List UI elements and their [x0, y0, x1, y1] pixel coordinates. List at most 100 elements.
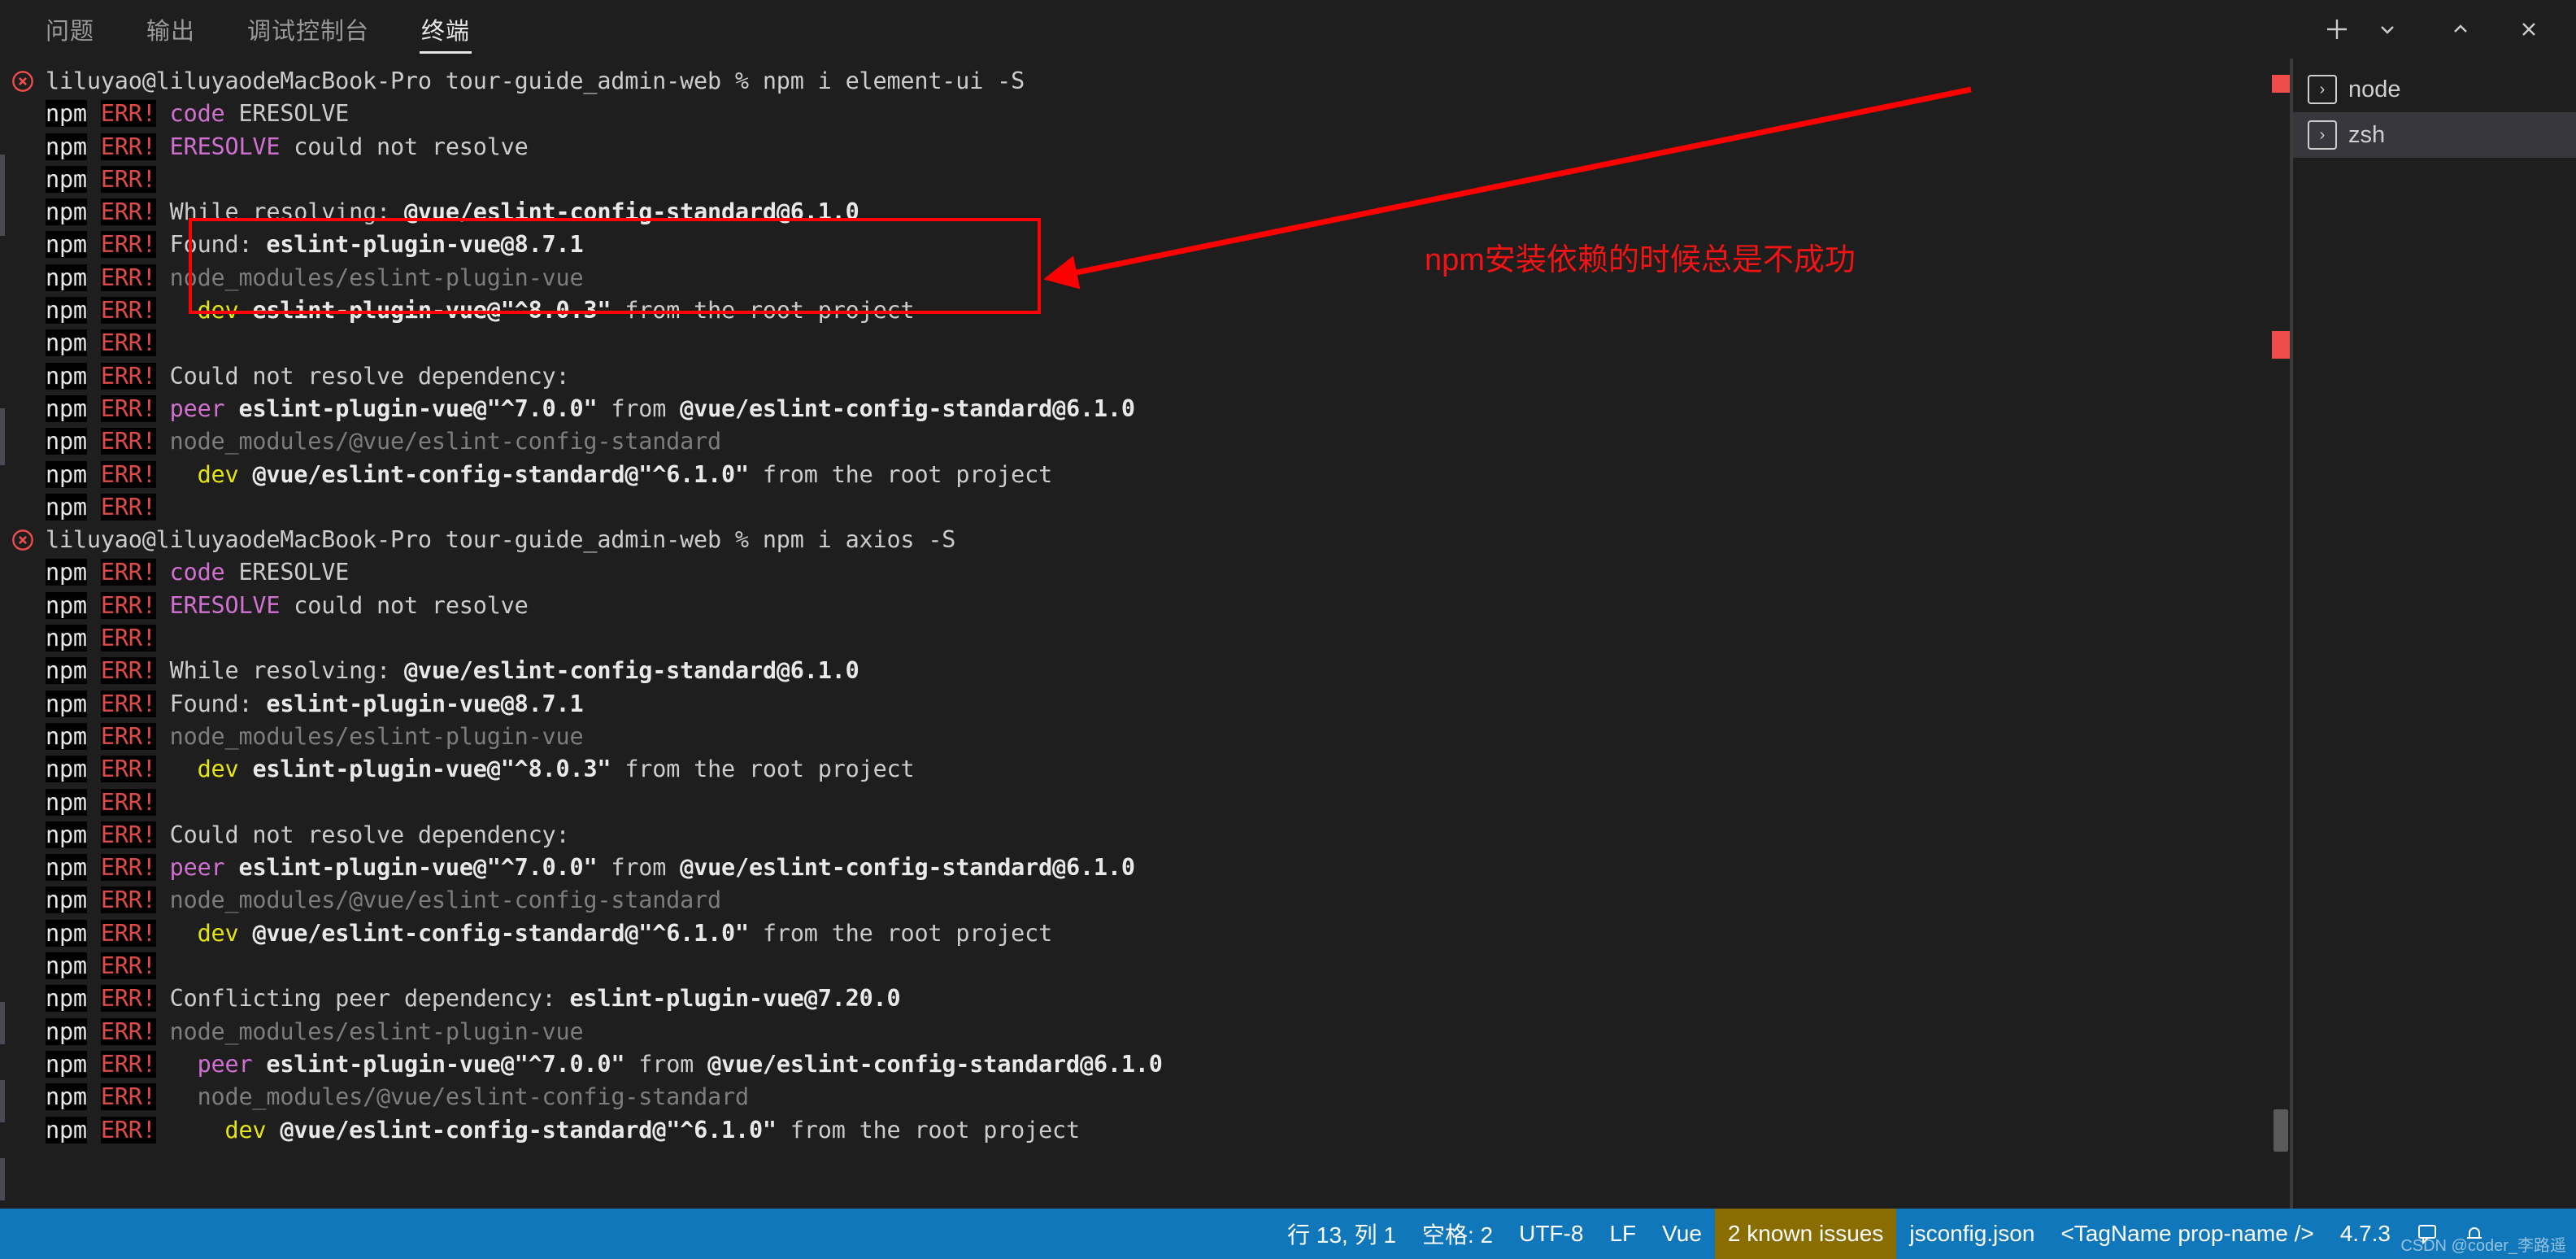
- terminal-error-line: npm ERR! ERESOLVE could not resolve: [46, 590, 2291, 622]
- terminal-error-line: npm ERR!: [46, 786, 2291, 819]
- terminal-scrollbar[interactable]: [2269, 59, 2291, 1209]
- terminal-list-item-label: node: [2348, 76, 2401, 102]
- terminal-error-line: npm ERR! Found: eslint-plugin-vue@8.7.1: [46, 229, 2291, 261]
- terminal-error-line: npm ERR! node_modules/@vue/eslint-config…: [46, 1081, 2291, 1113]
- npm-prefix: npm: [46, 133, 87, 160]
- terminal-viewport[interactable]: liluyao@liluyaodeMacBook-Pro tour-guide_…: [0, 59, 2291, 1209]
- terminal-list-item-label: zsh: [2348, 121, 2386, 148]
- npm-prefix: npm: [46, 657, 87, 685]
- terminal-text-segment: eslint-plugin-vue@8.7.1: [266, 690, 584, 717]
- terminal-text-segment: peer: [169, 394, 225, 422]
- status-indentation[interactable]: 空格: 2: [1409, 1209, 1506, 1259]
- terminal-error-line: npm ERR! code ERESOLVE: [46, 98, 2291, 130]
- status-jsconfig[interactable]: jsconfig.json: [1896, 1209, 2047, 1259]
- terminal-text-segment: dev: [197, 297, 239, 325]
- terminal-text-segment: Conflicting peer dependency:: [169, 985, 570, 1013]
- maximize-panel-icon[interactable]: [2438, 7, 2483, 52]
- terminal-text-segment: ERESOLVE: [169, 591, 281, 619]
- status-bar-left: [0, 1209, 1274, 1259]
- vscode-panel: 问题 输出 调试控制台 终端 liluyao@liluyaodeMacBook-…: [0, 0, 2576, 1259]
- err-prefix: ERR!: [100, 985, 156, 1013]
- err-prefix: ERR!: [100, 198, 156, 226]
- npm-prefix: npm: [46, 985, 87, 1013]
- err-prefix: ERR!: [100, 1050, 156, 1078]
- terminal-output[interactable]: liluyao@liluyaodeMacBook-Pro tour-guide_…: [0, 59, 2291, 1147]
- status-tag-hint[interactable]: <TagName prop-name />: [2047, 1209, 2326, 1259]
- terminal-text-segment: node_modules/@vue/eslint-config-standard: [169, 887, 722, 914]
- terminal-text-segment: @vue/eslint-config-standard@"^6.1.0": [252, 460, 749, 488]
- tab-2[interactable]: 调试控制台: [229, 0, 387, 59]
- terminal-error-line: npm ERR! While resolving: @vue/eslint-co…: [46, 196, 2291, 229]
- new-terminal-icon[interactable]: [2314, 7, 2360, 52]
- terminal-error-line: npm ERR!: [46, 163, 2291, 196]
- terminal-text-segment: eslint-plugin-vue@8.7.1: [266, 231, 584, 259]
- npm-prefix: npm: [46, 100, 87, 128]
- tab-3[interactable]: 终端: [403, 0, 488, 59]
- status-language-mode[interactable]: Vue: [1649, 1209, 1715, 1259]
- prompt-text: liluyao@liluyaodeMacBook-Pro tour-guide_…: [46, 526, 956, 554]
- npm-prefix: npm: [46, 394, 87, 422]
- terminal-text-segment: Found:: [169, 231, 267, 259]
- terminal-error-line: npm ERR! Could not resolve dependency:: [46, 360, 2291, 393]
- tab-1[interactable]: 输出: [128, 0, 213, 59]
- scrollbar-thumb[interactable]: [2274, 1109, 2288, 1152]
- terminal-text-segment: code: [169, 559, 239, 586]
- npm-prefix: npm: [46, 722, 87, 750]
- close-panel-icon[interactable]: [2506, 7, 2552, 52]
- terminal-prompt-line: liluyao@liluyaodeMacBook-Pro tour-guide_…: [12, 65, 2291, 98]
- terminal-error-line: npm ERR! Conflicting peer dependency: es…: [46, 982, 2291, 1015]
- status-encoding[interactable]: UTF-8: [1506, 1209, 1596, 1259]
- terminal-list-item-node[interactable]: › node: [2293, 67, 2576, 112]
- status-eol[interactable]: LF: [1596, 1209, 1649, 1259]
- npm-prefix: npm: [46, 854, 87, 882]
- feedback-icon[interactable]: [2404, 1222, 2451, 1246]
- status-cursor-position[interactable]: 行 13, 列 1: [1274, 1209, 1409, 1259]
- err-prefix: ERR!: [100, 919, 156, 947]
- npm-prefix: npm: [46, 756, 87, 783]
- terminal-text-segment: from the root project: [611, 297, 915, 325]
- err-prefix: ERR!: [100, 428, 156, 455]
- terminal-text-segment: @vue/eslint-config-standard@"^6.1.0": [252, 919, 749, 947]
- npm-prefix: npm: [46, 591, 87, 619]
- scrollbar-error-marker: [2272, 75, 2290, 93]
- terminal-error-line: npm ERR! dev eslint-plugin-vue@"^8.0.3" …: [46, 753, 2291, 786]
- err-prefix: ERR!: [100, 657, 156, 685]
- terminal-list-item-zsh[interactable]: › zsh: [2293, 112, 2576, 158]
- npm-prefix: npm: [46, 460, 87, 488]
- err-prefix: ERR!: [100, 1116, 156, 1144]
- terminal-text-segment: node_modules/@vue/eslint-config-standard: [169, 428, 722, 455]
- err-prefix: ERR!: [100, 821, 156, 848]
- terminal-text-segment: from: [624, 1050, 708, 1078]
- terminal-text-segment: node_modules/@vue/eslint-config-standard: [169, 1083, 750, 1111]
- npm-prefix: npm: [46, 559, 87, 586]
- terminal-text-segment: Could not resolve dependency:: [169, 362, 570, 390]
- terminal-text-segment: Found:: [169, 690, 267, 717]
- terminal-error-line: npm ERR! code ERESOLVE: [46, 556, 2291, 589]
- chevron-down-icon[interactable]: [2365, 7, 2410, 52]
- terminal-text-segment: While resolving:: [169, 657, 404, 685]
- terminal-text-segment: @vue/eslint-config-standard@"^6.1.0": [280, 1116, 777, 1144]
- terminal-sidebar-divider: [2290, 59, 2291, 1209]
- npm-prefix: npm: [46, 493, 87, 521]
- terminal-error-line: npm ERR! ERESOLVE could not resolve: [46, 131, 2291, 163]
- terminal-error-line: npm ERR! Could not resolve dependency:: [46, 819, 2291, 852]
- terminal-text-segment: could not resolve: [280, 591, 529, 619]
- terminal-text-segment: ERESOLVE: [238, 100, 350, 128]
- status-version[interactable]: 4.7.3: [2327, 1209, 2404, 1259]
- bell-icon[interactable]: [2451, 1222, 2576, 1246]
- status-known-issues[interactable]: 2 known issues: [1714, 1209, 1897, 1259]
- npm-prefix: npm: [46, 297, 87, 325]
- panel-header: 问题 输出 调试控制台 终端: [0, 0, 2576, 59]
- tab-0[interactable]: 问题: [28, 0, 112, 59]
- npm-prefix: npm: [46, 264, 87, 291]
- terminal-text-segment: node_modules/eslint-plugin-vue: [169, 722, 584, 750]
- command-error-icon: [11, 529, 34, 551]
- err-prefix: ERR!: [100, 329, 156, 357]
